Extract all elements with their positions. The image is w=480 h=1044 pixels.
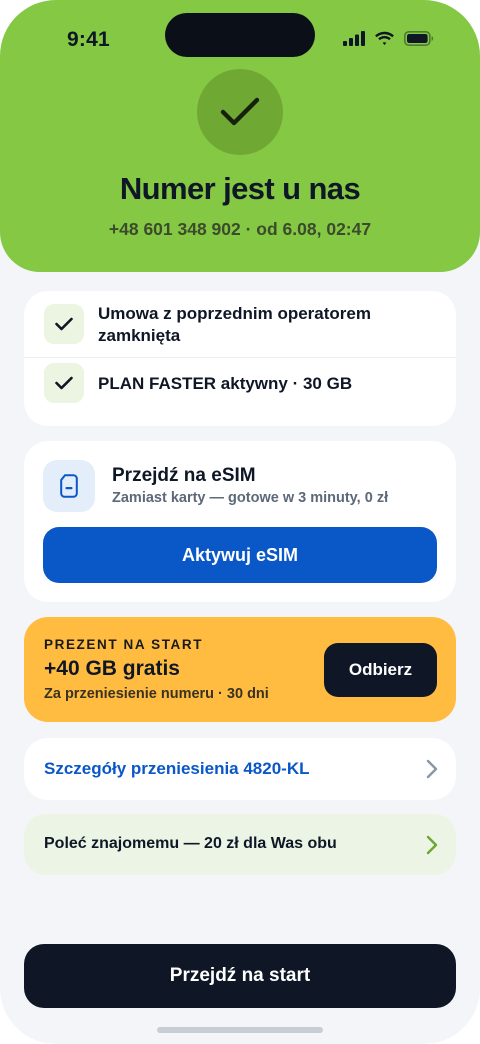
number-and-date: +48 601 348 902 · od 6.08, 02:47 [108,219,372,239]
esim-card: Przejdź na eSIM Zamiast karty — gotowe w… [24,441,456,602]
phone-screen: 9:41 Numer jest u nas +48 601 348 902 · … [0,0,480,1044]
gift-eyebrow: PREZENT NA START [44,637,204,652]
activate-esim-button[interactable]: Aktywuj eSIM [43,527,437,583]
completion-status-card: Umowa z poprzednim operatorem zamknięta … [24,291,456,426]
gift-subtitle: Za przeniesienie numeru · 30 dni [44,686,269,702]
esim-subtitle: Zamiast karty — gotowe w 3 minuty, 0 zł [112,490,389,506]
status-label: Umowa z poprzednim operatorem zamknięta [98,304,371,345]
esim-title: Przejdź na eSIM [112,465,256,486]
status-time: 9:41 [67,28,110,51]
cellular-signal-icon [343,31,365,51]
check-icon [44,363,84,403]
status-bar: 9:41 [0,0,480,80]
sim-card-icon [43,460,95,512]
go-to-start-button[interactable]: Przejdź na start [24,944,456,1008]
status-row-plan: PLAN FASTER aktywny · 30 GB [24,358,456,426]
chevron-right-icon [426,835,438,860]
referral-label: Poleć znajomemu — 20 zł dla Was obu [44,835,337,852]
battery-icon [404,31,434,51]
home-indicator[interactable] [157,1027,323,1033]
transfer-details-link[interactable]: Szczegóły przeniesienia 4820-KL [24,738,456,800]
transfer-details-label: Szczegóły przeniesienia 4820-KL [44,759,310,778]
gift-title: +40 GB gratis [44,657,180,680]
status-icons [343,31,434,51]
referral-link[interactable]: Poleć znajomemu — 20 zł dla Was obu [24,814,456,875]
status-row-contract: Umowa z poprzednim operatorem zamknięta [24,291,456,358]
dynamic-island [165,13,315,57]
claim-gift-button[interactable]: Odbierz [324,643,437,697]
gift-offer-card: PREZENT NA START +40 GB gratis Za przeni… [24,617,456,722]
success-header: 9:41 Numer jest u nas +48 601 348 902 · … [0,0,480,272]
success-check-icon [197,69,283,155]
wifi-icon [374,31,395,51]
page-title: Numer jest u nas [119,171,361,206]
chevron-right-icon [426,759,438,784]
status-label: PLAN FASTER aktywny · 30 GB [98,374,353,393]
check-icon [44,304,84,344]
